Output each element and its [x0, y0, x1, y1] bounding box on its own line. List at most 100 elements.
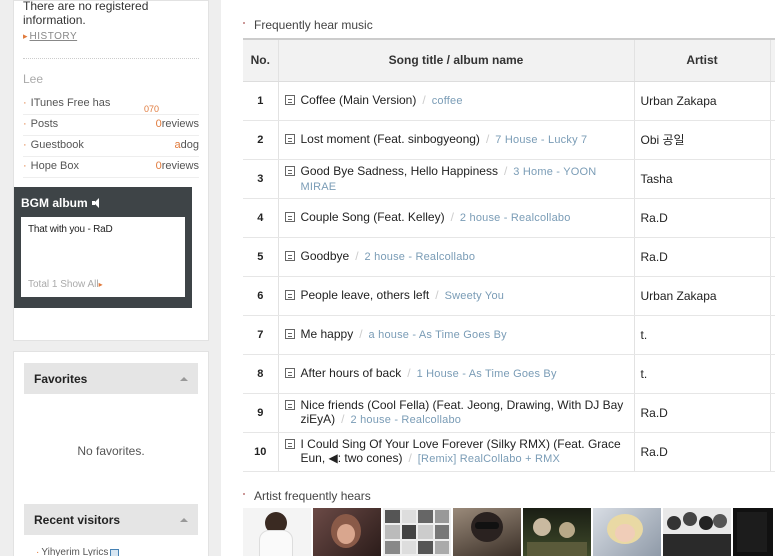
lyrics-icon[interactable] [284, 212, 295, 222]
row-number: 8 [243, 354, 279, 394]
album-name[interactable]: 7 House - Lucky 7 [495, 134, 587, 146]
table-row[interactable]: 1 Coffee (Main Version) / coffee Urban Zakap… [243, 81, 775, 121]
song-title[interactable]: Good Bye Sadness, Hello Happiness [301, 164, 498, 178]
song-wrap: People leave, others left / Sweety You [284, 288, 628, 303]
visitors-title: Recent visitors [34, 512, 121, 527]
album-name[interactable]: Sweety You [445, 290, 505, 302]
table-row[interactable]: 6 People leave, others left / Sweety You Urb… [243, 276, 775, 316]
stat-item[interactable]: · Hope Box 0reviews [23, 157, 199, 178]
song-title[interactable]: Lost moment (Feat. sinbogyeong) [301, 132, 480, 146]
stat-item[interactable]: · Guestbook adog [23, 136, 199, 157]
bgm-song[interactable]: That with you - RaD [28, 224, 178, 235]
music-section-title: Frequently hear music [243, 18, 373, 32]
artist-photo[interactable] [453, 508, 521, 556]
artist-name[interactable]: Ra.D [634, 237, 771, 277]
song-cell: Nice friends (Cool Fella) (Feat. Jeong, … [278, 393, 635, 433]
artist-photo[interactable] [243, 508, 311, 556]
lyrics-icon[interactable] [284, 165, 295, 176]
row-number: 2 [243, 120, 279, 160]
stat-label: ITunes Free has [30, 97, 111, 109]
artists-section-title: Artist frequently hears [243, 489, 371, 503]
song-title[interactable]: Me happy [301, 327, 354, 341]
table-row[interactable]: 3 Good Bye Sadness, Hello Happiness/3 Hom… [243, 159, 775, 199]
stat-label-wrap: · ITunes Free has [23, 94, 110, 114]
visitor-item[interactable]: · Yihyerim Lyrics [24, 547, 198, 556]
song-wrap: After hours of back / 1 House - As Time Go… [284, 366, 628, 381]
stat-unit: reviews [161, 118, 199, 130]
visitors-header[interactable]: Recent visitors [24, 504, 198, 535]
bgm-title-row: BGM album [21, 193, 185, 213]
extra-cell: F [770, 159, 775, 199]
visitor-name: Yihyerim Lyrics [41, 547, 109, 556]
album-name[interactable]: coffee [432, 95, 463, 107]
artist-name[interactable]: Tasha [634, 159, 771, 199]
song-title[interactable]: People leave, others left [301, 288, 430, 302]
stat-unit: reviews [161, 160, 199, 172]
song-title[interactable]: Goodbye [301, 249, 350, 263]
lyrics-icon[interactable] [284, 134, 295, 144]
song-title[interactable]: Couple Song (Feat. Kelley) [301, 210, 445, 224]
song-title[interactable]: Nice friends (Cool Fella) (Feat. Jeong, … [301, 398, 624, 426]
bgm-title: BGM album [21, 196, 88, 210]
album-name[interactable]: 2 house - Realcollabo [351, 414, 462, 426]
artist-photo[interactable] [383, 508, 451, 556]
row-number: 1 [243, 81, 279, 121]
arrow-icon: ▸ [98, 280, 103, 289]
song-title[interactable]: Coffee (Main Version) [301, 93, 417, 107]
lyrics-icon[interactable] [284, 95, 295, 105]
table-row[interactable]: 9 Nice friends (Cool Fella) (Feat. Jeong,… [243, 393, 775, 433]
divider [23, 58, 199, 59]
song-wrap: Lost moment (Feat. sinbogyeong) / 7 House … [284, 132, 628, 147]
lyrics-icon[interactable] [284, 329, 295, 339]
stat-item[interactable]: · ITunes Free has 070 [23, 94, 199, 115]
album-name[interactable]: 2 house - Realcollabo [365, 251, 476, 263]
song-title[interactable]: After hours of back [301, 366, 402, 380]
lyrics-icon[interactable] [284, 368, 295, 378]
album-name[interactable]: a house - As Time Goes By [369, 329, 507, 341]
col-no: No. [243, 38, 279, 82]
lyrics-icon[interactable] [284, 290, 295, 300]
bullet-icon [243, 21, 245, 24]
lyrics-icon[interactable] [284, 251, 295, 261]
profile-name: Lee [23, 72, 44, 86]
artist-name[interactable]: Obi 공일 [634, 120, 771, 160]
artist-name[interactable]: Urban Zakapa [634, 81, 771, 121]
stat-item[interactable]: · Posts 0reviews [23, 115, 199, 136]
left-column: There are no registered information. ▸ HI… [13, 0, 209, 556]
artist-photo[interactable] [523, 508, 591, 556]
stat-label: Guestbook [30, 139, 84, 151]
table-row[interactable]: 5 Goodbye / 2 house - Realcollabo Ra.DF [243, 237, 775, 277]
song-cell: People leave, others left / Sweety You [278, 276, 635, 316]
artist-name[interactable]: Ra.D [634, 432, 771, 472]
stat-value: adog [175, 136, 199, 156]
lyrics-icon[interactable] [284, 400, 295, 410]
table-row[interactable]: 10 I Could Sing Of Your Love Forever (Sil… [243, 432, 775, 472]
lyrics-icon[interactable] [284, 439, 295, 449]
artist-photo[interactable] [663, 508, 731, 556]
artist-name[interactable]: t. [634, 354, 771, 394]
table-row[interactable]: 2 Lost moment (Feat. sinbogyeong) / 7 House… [243, 120, 775, 160]
artist-name[interactable]: Urban Zakapa [634, 276, 771, 316]
artist-name[interactable]: Ra.D [634, 393, 771, 433]
artist-name[interactable]: t. [634, 315, 771, 355]
favorites-header[interactable]: Favorites [24, 363, 198, 394]
table-row[interactable]: 7 Me happy / a house - As Time Goes By t.F [243, 315, 775, 355]
artist-photo[interactable] [313, 508, 381, 556]
album-name[interactable]: 2 house - Realcollabo [460, 212, 571, 224]
stat-value: 0reviews [156, 157, 199, 177]
album-name[interactable]: 1 House - As Time Goes By [417, 368, 557, 380]
artist-photo[interactable] [733, 508, 773, 556]
artist-photo[interactable] [593, 508, 661, 556]
row-number: 3 [243, 159, 279, 199]
collapse-caret-icon[interactable] [180, 517, 188, 522]
history-link[interactable]: HISTORY [30, 31, 78, 42]
speaker-icon[interactable] [91, 198, 103, 208]
collapse-caret-icon[interactable] [180, 376, 188, 381]
bgm-show-all[interactable]: Total 1 Show All▸ [28, 279, 103, 290]
table-row[interactable]: 4 Couple Song (Feat. Kelley) / 2 house - Re… [243, 198, 775, 238]
album-name[interactable]: [Remix] RealCollabo + RMX [418, 453, 560, 465]
table-row[interactable]: 8 After hours of back / 1 House - As Time G… [243, 354, 775, 394]
song-text: Coffee (Main Version) / coffee [301, 93, 628, 108]
stat-value: 0reviews [156, 115, 199, 135]
artist-name[interactable]: Ra.D [634, 198, 771, 238]
